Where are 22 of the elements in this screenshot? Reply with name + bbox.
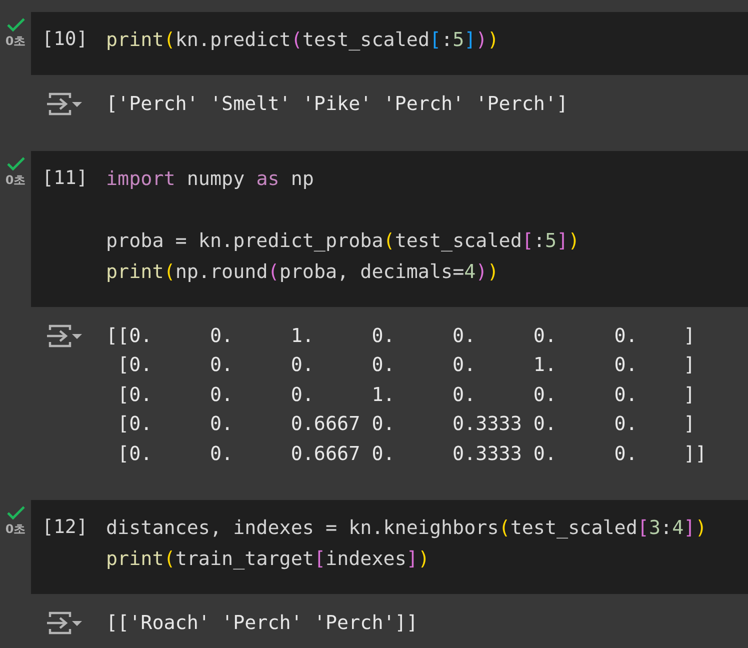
run-time: 0초 — [5, 33, 26, 50]
code-line: proba = kn.predict_proba(test_scaled[:5]) — [106, 228, 581, 254]
output-line: ['Perch' 'Smelt' 'Pike' 'Perch' 'Perch'] — [106, 91, 568, 117]
code-cell[interactable]: [11] import numpy as np proba = kn.predict_proba(test_scaled[:5]) print(np.round(proba, decimals=4)) — [31, 150, 748, 306]
execution-count: [10] — [42, 27, 89, 52]
code-cell[interactable]: [12] distances, indexes = kn.kneighbors(test_scaled[3:4]) print(train_target[indexes]) — [31, 500, 748, 594]
run-time: 0초 — [5, 521, 26, 538]
output-line: [[0. 0. 1. 0. 0. 0. 0. ] — [106, 322, 696, 348]
output-line: [['Roach' 'Perch' 'Perch']] — [106, 610, 418, 636]
code-cell[interactable]: [10] print(kn.predict(test_scaled[:5])) — [31, 12, 748, 75]
output-line: [0. 0. 0.6667 0. 0.3333 0. 0. ] — [116, 411, 696, 437]
output-line: [0. 0. 0. 1. 0. 0. 0. ] — [116, 382, 696, 408]
execution-count: [12] — [42, 515, 89, 540]
code-line: distances, indexes = kn.kneighbors(test_scaled[3:4]) — [106, 515, 708, 541]
run-time: 0초 — [5, 172, 26, 188]
code-line: print(kn.predict(test_scaled[:5])) — [106, 27, 500, 53]
code-line: print(np.round(proba, decimals=4)) — [106, 258, 500, 284]
output-line: [0. 0. 0. 0. 0. 1. 0. ] — [116, 352, 696, 378]
execution-count: [11] — [42, 166, 89, 190]
output-line: [0. 0. 0.6667 0. 0.3333 0. 0. ]] — [116, 440, 707, 466]
code-line: print(train_target[indexes]) — [106, 546, 431, 572]
code-line: import numpy as np — [106, 166, 315, 192]
